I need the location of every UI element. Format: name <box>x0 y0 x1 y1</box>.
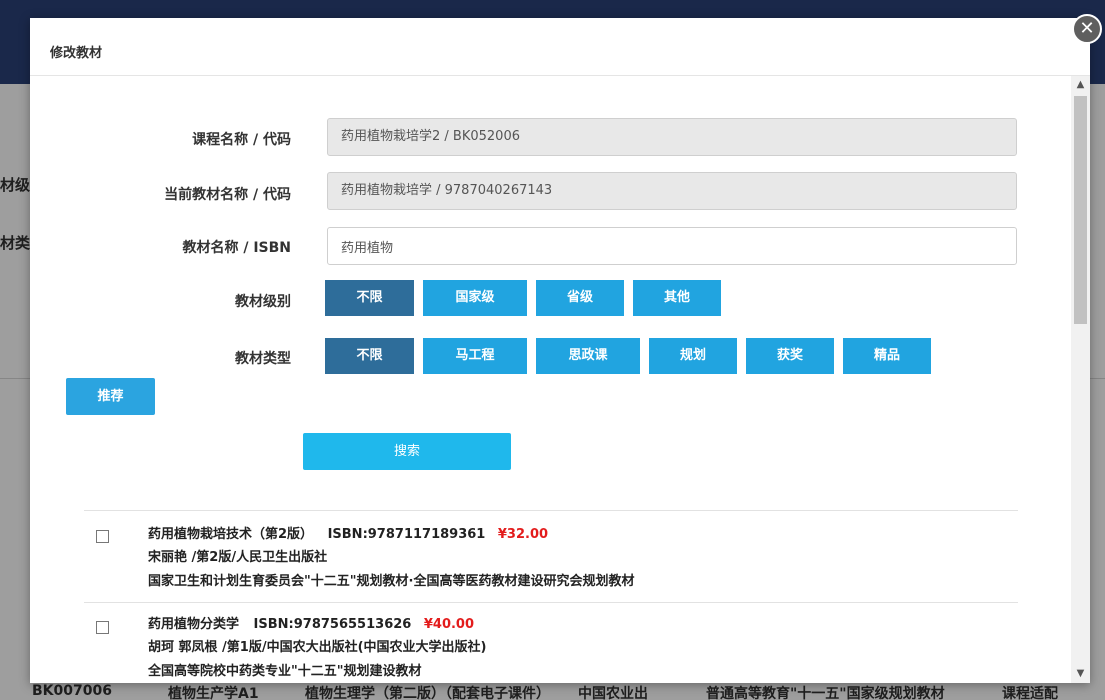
result-info: 宋丽艳 /第2版/人民卫生出版社 <box>148 550 328 565</box>
type-chip-awarded[interactable]: 获奖 <box>746 338 834 374</box>
modal-scrollbar[interactable]: ▲ ▼ <box>1071 76 1090 683</box>
result-price: ¥40.00 <box>423 617 475 632</box>
result-series: 全国高等院校中药类专业"十二五"规划建设教材 <box>148 664 422 679</box>
close-icon[interactable]: ✕ <box>1072 14 1102 44</box>
result-item: 药用植物栽培技术（第2版） ISBN:9787117189361 ¥32.00 … <box>84 516 1018 604</box>
result-series: 国家卫生和计划生育委员会"十二五"规划教材·全国高等医药教材建设研究会规划教材 <box>148 574 635 589</box>
type-chip-planned[interactable]: 规划 <box>649 338 737 374</box>
result-title-line: 药用植物分类学 ISBN:9787565513626 ¥40.00 <box>148 613 474 632</box>
current-textbook-field: 药用植物栽培学 / 9787040267143 <box>327 172 1017 210</box>
level-chip-any[interactable]: 不限 <box>325 280 414 316</box>
result-item: 药用植物分类学 ISBN:9787565513626 ¥40.00 胡珂 郭凤根… <box>84 607 1018 683</box>
result-checkbox[interactable] <box>96 530 109 543</box>
level-label: 教材级别 <box>235 294 291 310</box>
modal-header: 修改教材 <box>30 18 1090 76</box>
result-isbn: ISBN:9787117189361 <box>327 527 486 542</box>
course-label: 课程名称 / 代码 <box>192 132 291 148</box>
type-chip-ideology[interactable]: 思政课 <box>536 338 640 374</box>
result-title-line: 药用植物栽培技术（第2版） ISBN:9787117189361 ¥32.00 <box>148 523 548 542</box>
scroll-down-icon[interactable]: ▼ <box>1071 665 1090 683</box>
course-field: 药用植物栽培学2 / BK052006 <box>327 118 1017 156</box>
scroll-thumb[interactable] <box>1074 96 1087 324</box>
level-chip-national[interactable]: 国家级 <box>423 280 527 316</box>
level-chip-other[interactable]: 其他 <box>633 280 721 316</box>
level-chip-provincial[interactable]: 省级 <box>536 280 624 316</box>
modal-body: 课程名称 / 代码 药用植物栽培学2 / BK052006 当前教材名称 / 代… <box>30 76 1090 683</box>
type-chip-marxism[interactable]: 马工程 <box>423 338 527 374</box>
result-price: ¥32.00 <box>497 527 549 542</box>
result-title: 药用植物栽培技术（第2版） <box>148 527 314 542</box>
recommend-button[interactable]: 推荐 <box>66 378 155 415</box>
result-divider <box>84 510 1018 511</box>
type-chip-any[interactable]: 不限 <box>325 338 414 374</box>
current-textbook-label: 当前教材名称 / 代码 <box>164 187 291 203</box>
isbn-search-input[interactable] <box>327 227 1017 265</box>
result-checkbox[interactable] <box>96 621 109 634</box>
edit-textbook-modal: 修改教材 课程名称 / 代码 药用植物栽培学2 / BK052006 当前教材名… <box>30 18 1090 683</box>
type-chip-premium[interactable]: 精品 <box>843 338 931 374</box>
isbn-label: 教材名称 / ISBN <box>182 240 291 256</box>
result-title: 药用植物分类学 <box>148 617 240 632</box>
scroll-up-icon[interactable]: ▲ <box>1071 76 1090 94</box>
result-info: 胡珂 郭凤根 /第1版/中国农大出版社(中国农业大学出版社) <box>148 640 487 655</box>
search-button[interactable]: 搜索 <box>303 433 511 470</box>
result-isbn: ISBN:9787565513626 <box>253 617 412 632</box>
modal-title: 修改教材 <box>50 46 103 61</box>
result-divider <box>84 602 1018 603</box>
type-label: 教材类型 <box>235 351 291 367</box>
